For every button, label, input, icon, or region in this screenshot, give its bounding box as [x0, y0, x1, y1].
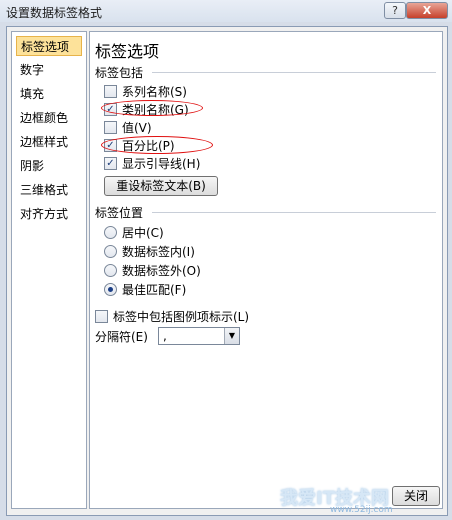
checkbox-box[interactable]: ✓ — [104, 157, 117, 170]
separator-value: , — [163, 329, 167, 343]
radio-button[interactable] — [104, 283, 117, 296]
checkbox-label: 标签中包括图例项标示(L) — [113, 310, 250, 324]
category-nav: 标签选项 数字 填充 边框颜色 边框样式 阴影 三维格式 对齐方式 — [11, 31, 87, 509]
window-title: 设置数据标签格式 — [6, 6, 103, 20]
nav-item-number[interactable]: 数字 — [16, 60, 82, 80]
nav-item-label-options[interactable]: 标签选项 — [16, 36, 82, 56]
radio-button[interactable] — [104, 264, 117, 277]
radio-label: 数据标签外(O) — [122, 264, 201, 278]
nav-item-3d-format[interactable]: 三维格式 — [16, 180, 82, 200]
radio-label: 居中(C) — [122, 226, 164, 240]
position-group-label: 标签位置 — [95, 206, 144, 220]
separator-select[interactable]: , ▼ — [158, 327, 240, 345]
separator-label: 分隔符(E) — [95, 330, 148, 344]
radio-label: 最佳匹配(F) — [122, 283, 187, 297]
close-button[interactable]: 关闭 — [392, 486, 440, 506]
checkbox-box[interactable] — [104, 121, 117, 134]
panel-title: 标签选项 — [95, 42, 160, 61]
divider — [152, 72, 436, 73]
annotation-oval-percentage — [101, 136, 213, 154]
nav-item-alignment[interactable]: 对齐方式 — [16, 204, 82, 224]
nav-item-border-style[interactable]: 边框样式 — [16, 132, 82, 152]
nav-item-shadow[interactable]: 阴影 — [16, 156, 82, 176]
nav-item-border-color[interactable]: 边框颜色 — [16, 108, 82, 128]
dialog-body: 标签选项 数字 填充 边框颜色 边框样式 阴影 三维格式 对齐方式 标签选项 标… — [6, 26, 448, 516]
checkbox-label: 系列名称(S) — [122, 85, 187, 99]
radio-button[interactable] — [104, 226, 117, 239]
reset-label-text-button[interactable]: 重设标签文本(B) — [104, 176, 218, 196]
radio-dot — [108, 287, 113, 292]
window-close-button[interactable]: X — [406, 2, 448, 19]
divider — [152, 212, 436, 213]
contains-group-label: 标签包括 — [95, 66, 144, 80]
checkbox-label: 显示引导线(H) — [122, 157, 201, 171]
radio-button[interactable] — [104, 245, 117, 258]
title-bar: 设置数据标签格式 ? X — [0, 0, 452, 22]
nav-item-fill[interactable]: 填充 — [16, 84, 82, 104]
checkbox-box[interactable] — [104, 85, 117, 98]
chevron-down-icon[interactable]: ▼ — [224, 328, 239, 344]
annotation-oval-category — [101, 100, 203, 116]
radio-label: 数据标签内(I) — [122, 245, 195, 259]
watermark-url: www.52ij.com — [330, 505, 393, 515]
checkbox-label: 值(V) — [122, 121, 152, 135]
checkbox-box[interactable] — [95, 310, 108, 323]
help-button[interactable]: ? — [384, 2, 406, 19]
